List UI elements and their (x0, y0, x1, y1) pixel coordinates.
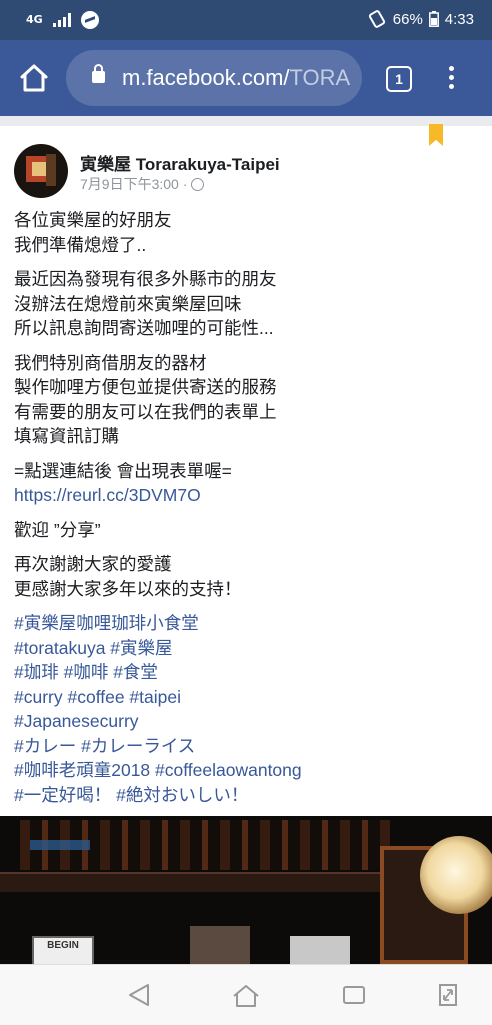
hashtag-line[interactable]: #curry #coffee #taipei (14, 685, 474, 710)
recents-icon[interactable] (334, 979, 374, 1011)
network-type: 4G (26, 13, 43, 26)
page-name[interactable]: 寅樂屋 Torarakuya-Taipei (80, 150, 280, 175)
back-icon[interactable] (120, 979, 160, 1011)
post-timestamp[interactable]: 7月9日下午3:00 · (80, 174, 187, 194)
tab-switcher-button[interactable]: 1 (386, 66, 412, 92)
paragraph-share: 歡迎 ”分享” (14, 519, 101, 540)
browser-toolbar: m.facebook.com/TORA 1 (0, 40, 492, 116)
expand-icon[interactable] (428, 979, 468, 1011)
photo-sign: BEGIN (32, 936, 94, 964)
status-bar: 4G 66% 4:33 (0, 0, 492, 40)
paragraph-link: =點選連結後 會出現表單喔= https://reurl.cc/3DVM7O (14, 459, 474, 508)
vibrate-icon (368, 10, 385, 28)
paragraph-thanks: 再次謝謝大家的愛護 更感謝大家多年以來的支持！ (14, 554, 242, 599)
lock-icon (92, 64, 105, 83)
paragraph-3: 我們特別商借朋友的器材 製作咖哩方便包並提供寄送的服務 有需要的朋友可以在我們的… (14, 352, 277, 447)
system-nav-bar (0, 964, 492, 1025)
page-avatar[interactable] (14, 144, 68, 198)
hashtag-line[interactable]: #咖啡老頑童2018 #coffeelaowantong (14, 758, 474, 783)
url-text[interactable]: m.facebook.com/TORA (122, 65, 352, 91)
signal-icon (52, 13, 71, 27)
post-body: 各位寅樂屋的好朋友 我們準備熄燈了.. 最近因為發現有很多外縣市的朋友 沒辦法在… (14, 208, 474, 817)
messenger-icon (80, 11, 99, 29)
hashtag-line[interactable]: #一定好喝！ #絶対おいしい！ (14, 783, 474, 808)
hashtag-line[interactable]: #Japanesecurry (14, 709, 474, 734)
post-card: 寅樂屋 Torarakuya-Taipei 7月9日下午3:00 · 各位寅樂屋… (0, 126, 492, 816)
paragraph-2: 最近因為發現有很多外縣市的朋友 沒辦法在熄燈前來寅樂屋回味 所以訊息詢問寄送咖哩… (14, 269, 277, 338)
hashtag-line[interactable]: #珈琲 #咖啡 #食堂 (14, 660, 474, 685)
feed-divider (0, 116, 492, 126)
hashtag-line[interactable]: #toratakuya #寅樂屋 (14, 636, 474, 661)
globe-icon (191, 177, 205, 191)
clock: 4:33 (444, 10, 474, 28)
paragraph-1: 各位寅樂屋的好朋友 我們準備熄燈了.. (14, 210, 172, 255)
hashtags: #寅樂屋咖哩珈琲小食堂 #toratakuya #寅樂屋 #珈琲 #咖啡 #食堂… (14, 611, 474, 807)
post-photo[interactable]: BEGIN (0, 816, 492, 964)
overflow-menu-icon[interactable] (446, 66, 456, 92)
battery-percent: 66% (392, 10, 423, 28)
post-meta: 7月9日下午3:00 · (80, 174, 205, 194)
hashtag-line[interactable]: #寅樂屋咖哩珈琲小食堂 (14, 611, 474, 636)
lamp (420, 836, 492, 914)
home-nav-icon[interactable] (226, 979, 266, 1011)
form-link[interactable]: https://reurl.cc/3DVM7O (14, 483, 474, 508)
hashtag-line[interactable]: #カレー #カレーライス (14, 734, 474, 759)
battery-icon (428, 11, 439, 27)
url-bar[interactable]: m.facebook.com/TORA (66, 50, 362, 106)
home-icon[interactable] (14, 58, 54, 98)
